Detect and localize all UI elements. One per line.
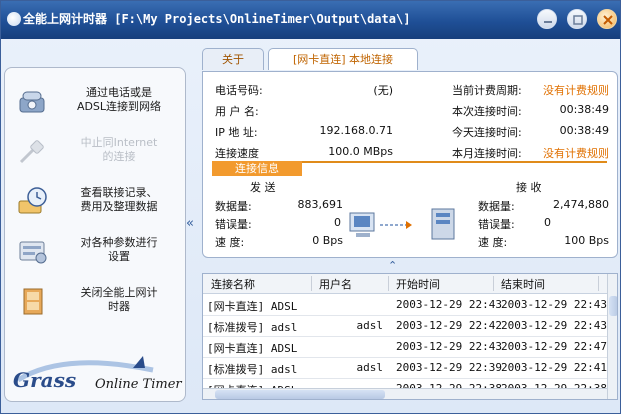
this-connection-value: 00:38:49 (559, 103, 609, 116)
column-start-time[interactable]: 开始时间 (396, 276, 440, 292)
this-connection-label: 本次连接时间: (452, 105, 522, 118)
billing-period-label: 当前计费周期: (452, 84, 522, 97)
billing-period-value: 没有计费规则 (543, 84, 609, 97)
user-label: 用 户 名: (215, 105, 259, 118)
horizontal-scrollbar[interactable] (203, 388, 607, 399)
network-transfer-icon (349, 208, 455, 240)
close-button[interactable] (597, 9, 617, 29)
tab-local-connection[interactable]: [网卡直连] 本地连接 (268, 48, 418, 70)
column-username[interactable]: 用户名 (319, 276, 352, 292)
disconnect-internet-action[interactable]: 中止同Internet 的连接 (5, 126, 185, 174)
month-label: 本月连接时间: (452, 147, 522, 160)
title-bar[interactable]: 全能上网计时器 [F:\My Projects\OnlineTimer\Outp… (1, 1, 620, 39)
connect-network-action[interactable]: 通过电话或是 ADSL连接到网络 (5, 76, 185, 124)
recv-error-value: 0 (544, 216, 551, 229)
vertical-scroll-thumb[interactable] (609, 296, 617, 316)
settings-label: 对各种参数进行 设置 (80, 236, 158, 263)
cell-user: adsl (356, 319, 384, 332)
clock-records-icon (18, 187, 47, 214)
column-separator (598, 276, 599, 291)
tab-strip: 关于 [网卡直连] 本地连接 (202, 48, 621, 71)
connection-info-panel: 电话号码: (无) 用 户 名: IP 地 址: 192.168.0.71 连接… (202, 71, 618, 258)
recv-speed-label: 速 度: (478, 236, 508, 249)
ip-value: 192.168.0.71 (319, 124, 393, 137)
exit-label: 关闭全能上网计 时器 (80, 286, 158, 313)
speed-value: 100.0 MBps (328, 145, 393, 158)
settings-icon (19, 241, 47, 264)
recv-data-value: 2,474,880 (553, 198, 609, 211)
month-value: 没有计费规则 (543, 147, 609, 160)
cell-name: [标准拨号] adsl (207, 363, 298, 376)
table-row[interactable]: [标准拨号] adsl adsl 2003-12-29 22:39 2003-1… (203, 357, 607, 379)
cell-end: 2003-12-29 22:41 (501, 361, 607, 374)
app-icon (7, 12, 21, 26)
minimize-icon (544, 21, 552, 23)
tab-about[interactable]: 关于 (202, 48, 264, 70)
plug-icon (19, 140, 44, 164)
exit-action[interactable]: 关闭全能上网计 时器 (5, 276, 185, 324)
table-row[interactable]: [网卡直连] ADSL 2003-12-29 22:43 2003-12-29 … (203, 336, 607, 358)
send-title: 发 送 (250, 181, 276, 194)
today-value: 00:38:49 (559, 124, 609, 137)
ip-label: IP 地 址: (215, 126, 258, 139)
cell-end: 2003-12-29 22:43 (501, 319, 607, 332)
today-label: 今天连接时间: (452, 126, 522, 139)
column-separator (493, 276, 494, 291)
table-row[interactable]: [网卡直连] ADSL 2003-12-29 22:43 2003-12-29 … (203, 294, 607, 316)
send-error-label: 错误量: (215, 218, 252, 231)
column-end-time[interactable]: 结束时间 (501, 276, 545, 292)
speed-label: 连接速度 (215, 147, 259, 160)
view-records-label: 查看联接记录、 费用及整理数据 (80, 186, 158, 213)
recv-speed-value: 100 Bps (564, 234, 609, 247)
vertical-scrollbar[interactable] (607, 274, 617, 399)
cell-user: adsl (356, 361, 384, 374)
cell-start: 2003-12-29 22:43 (396, 298, 502, 311)
app-window: 全能上网计时器 [F:\My Projects\OnlineTimer\Outp… (0, 0, 621, 414)
phone-label: 电话号码: (215, 84, 263, 97)
cell-end: 2003-12-29 22:47 (501, 340, 607, 353)
action-sidebar: 通过电话或是 ADSL连接到网络 中止同Internet 的连接 查看联接记录、… (4, 67, 186, 402)
receive-title: 接 收 (516, 181, 542, 194)
send-speed-label: 速 度: (215, 236, 245, 249)
recv-data-label: 数据量: (478, 200, 515, 213)
cell-start: 2003-12-29 22:39 (396, 361, 502, 374)
cell-start: 2003-12-29 22:43 (396, 340, 502, 353)
send-data-value: 883,691 (297, 198, 344, 211)
cell-name: [网卡直连] ADSL (207, 300, 298, 313)
exit-door-icon (23, 288, 43, 315)
connect-network-label: 通过电话或是 ADSL连接到网络 (76, 86, 162, 113)
horizontal-scroll-thumb[interactable] (215, 390, 385, 399)
table-row[interactable]: [标准拨号] adsl adsl 2003-12-29 22:42 2003-1… (203, 315, 607, 337)
column-connection-name[interactable]: 连接名称 (211, 276, 255, 292)
phone-value: (无) (373, 84, 393, 97)
send-error-value: 0 (334, 216, 341, 229)
cell-name: [网卡直连] ADSL (207, 342, 298, 355)
brand-online-timer: Online Timer (95, 377, 182, 392)
minimize-button[interactable] (537, 9, 557, 29)
phone-connect-icon (19, 91, 45, 113)
table-header: 连接名称 用户名 开始时间 结束时间 (203, 274, 607, 294)
settings-action[interactable]: 对各种参数进行 设置 (5, 226, 185, 274)
connection-info-title: 连接信息 (212, 161, 302, 176)
column-separator (388, 276, 389, 291)
close-icon (603, 15, 613, 25)
column-separator (311, 276, 312, 291)
view-records-action[interactable]: 查看联接记录、 费用及整理数据 (5, 176, 185, 224)
disconnect-internet-label: 中止同Internet 的连接 (80, 136, 158, 163)
brand-grass: Grass (13, 368, 77, 392)
maximize-icon (573, 15, 583, 25)
maximize-button[interactable] (567, 9, 587, 29)
expand-collapse-icon[interactable]: ⌃ (388, 259, 397, 272)
connection-log-table[interactable]: 连接名称 用户名 开始时间 结束时间 [网卡直连] ADSL 2003-12-2… (202, 273, 618, 400)
send-speed-value: 0 Bps (312, 234, 343, 247)
cell-name: [标准拨号] adsl (207, 321, 298, 334)
cell-end: 2003-12-29 22:43 (501, 298, 607, 311)
collapse-sidebar-icon[interactable]: « (186, 216, 194, 231)
window-title: 全能上网计时器 [F:\My Projects\OnlineTimer\Outp… (23, 12, 411, 26)
cell-start: 2003-12-29 22:42 (396, 319, 502, 332)
send-data-label: 数据量: (215, 200, 252, 213)
